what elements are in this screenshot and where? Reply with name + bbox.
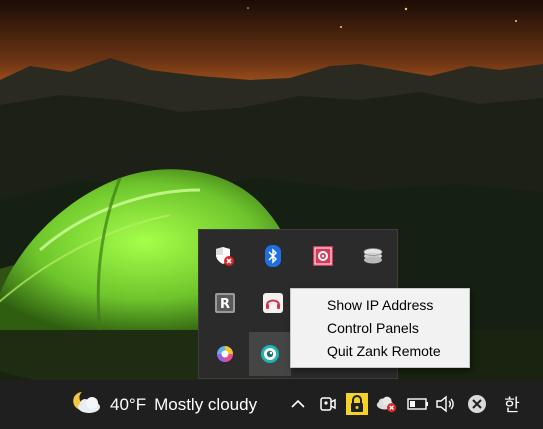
weather-widget[interactable]: 40°F Mostly cloudy — [72, 380, 257, 429]
disk-stack-icon[interactable] — [355, 238, 391, 274]
red-settings-app-icon[interactable] — [305, 238, 341, 274]
ime-language-indicator[interactable]: 한 — [500, 391, 524, 416]
bluetooth-icon[interactable] — [255, 238, 291, 274]
svg-text:R: R — [220, 297, 230, 312]
weather-condition: Mostly cloudy — [154, 394, 258, 414]
chevron-up-icon[interactable] — [286, 392, 310, 416]
headset-icon[interactable] — [255, 285, 291, 321]
r-app-icon[interactable]: R — [207, 285, 243, 321]
battery-icon[interactable] — [406, 392, 430, 416]
zank-remote-icon[interactable] — [249, 332, 291, 376]
volume-icon[interactable] — [434, 392, 458, 416]
taskbar: 40°F Mostly cloudy — [0, 380, 543, 429]
menu-item-control-panels[interactable]: Control Panels — [291, 317, 469, 340]
color-wheel-icon[interactable] — [207, 336, 243, 372]
close-circle-icon[interactable] — [465, 392, 489, 416]
meet-now-icon[interactable] — [316, 392, 340, 416]
onedrive-error-icon[interactable] — [375, 392, 399, 416]
menu-item-quit-zank-remote[interactable]: Quit Zank Remote — [291, 340, 469, 363]
context-menu: Show IP Address Control Panels Quit Zank… — [290, 288, 470, 368]
weather-temperature: 40°F — [110, 394, 147, 414]
lock-icon[interactable] — [345, 392, 369, 416]
menu-item-show-ip-address[interactable]: Show IP Address — [291, 294, 469, 317]
partly-cloudy-icon — [72, 389, 102, 420]
windows-security-shield-icon[interactable] — [207, 238, 243, 274]
